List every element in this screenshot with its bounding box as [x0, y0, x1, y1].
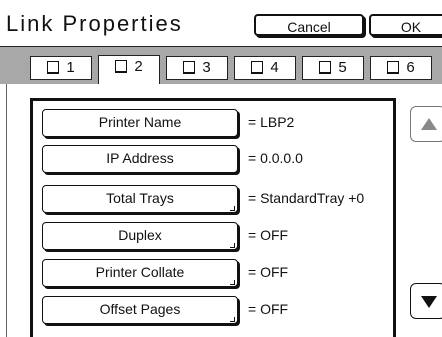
property-row-ip-address: IP Address = 0.0.0.0	[42, 145, 402, 173]
printer-name-value: = LBP2	[248, 114, 295, 130]
duplex-button[interactable]: Duplex	[42, 222, 238, 250]
scroll-down-button[interactable]	[410, 283, 442, 319]
ok-button[interactable]: OK	[369, 14, 442, 36]
property-row-printer-collate: Printer Collate = OFF	[42, 259, 402, 287]
tab-label: 2	[134, 58, 143, 75]
document-icon	[115, 60, 128, 73]
document-icon	[319, 61, 332, 74]
tab-5[interactable]: 5	[302, 56, 364, 80]
tab-3[interactable]: 3	[166, 56, 228, 80]
printer-name-button[interactable]: Printer Name	[42, 109, 238, 137]
document-icon	[47, 61, 60, 74]
total-trays-label: Total Trays	[106, 190, 174, 206]
offset-pages-button[interactable]: Offset Pages	[42, 296, 238, 324]
total-trays-value: = StandardTray +0	[248, 190, 365, 206]
triangle-down-icon	[421, 296, 437, 308]
document-icon	[183, 61, 196, 74]
printer-collate-button[interactable]: Printer Collate	[42, 259, 238, 287]
tab-2[interactable]: 2	[98, 55, 160, 84]
tab-label: 5	[338, 59, 347, 76]
duplex-value: = OFF	[248, 227, 289, 243]
tab-label: 1	[66, 59, 75, 76]
title-bar: Link Properties Cancel OK	[0, 0, 442, 47]
property-row-printer-name: Printer Name = LBP2	[42, 109, 402, 137]
tab-label: 4	[270, 59, 279, 76]
ip-address-button[interactable]: IP Address	[42, 145, 238, 173]
tab-4[interactable]: 4	[234, 56, 296, 80]
submenu-corner-icon	[230, 243, 235, 248]
duplex-label: Duplex	[118, 227, 162, 243]
cancel-button[interactable]: Cancel	[254, 14, 364, 36]
offset-pages-label: Offset Pages	[99, 301, 181, 317]
tab-bar: 1 2 3 4 5 6	[0, 47, 442, 84]
property-row-duplex: Duplex = OFF	[42, 222, 402, 250]
tab-6[interactable]: 6	[370, 56, 432, 80]
tab-1[interactable]: 1	[30, 56, 92, 80]
ip-address-value: = 0.0.0.0	[248, 150, 303, 166]
submenu-corner-icon	[230, 206, 235, 211]
document-icon	[387, 61, 400, 74]
property-row-total-trays: Total Trays = StandardTray +0	[42, 185, 402, 213]
document-icon	[251, 61, 264, 74]
property-row-offset-pages: Offset Pages = OFF	[42, 296, 402, 324]
total-trays-button[interactable]: Total Trays	[42, 185, 238, 213]
tab-label: 3	[202, 59, 211, 76]
divider	[6, 84, 7, 337]
submenu-corner-icon	[230, 280, 235, 285]
printer-collate-label: Printer Collate	[95, 264, 185, 280]
printer-collate-value: = OFF	[248, 264, 289, 280]
scroll-up-button[interactable]	[410, 106, 442, 142]
page-title: Link Properties	[6, 11, 183, 36]
offset-pages-value: = OFF	[248, 301, 289, 317]
tab-label: 6	[406, 59, 415, 76]
triangle-up-icon	[421, 118, 437, 130]
submenu-corner-icon	[230, 317, 235, 322]
